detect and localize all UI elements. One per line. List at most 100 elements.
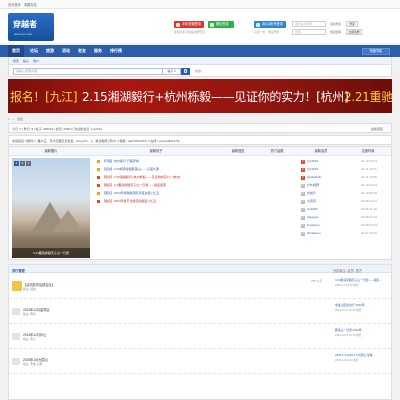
password-input[interactable]: 密码 bbox=[292, 29, 326, 35]
forum-row[interactable]: 2024年12月金童区 版主: 明哲 金童山区新出行 2024年... 2024-12… bbox=[9, 300, 391, 324]
banner-text-2: 2.15湘湖毅行+杭州栎毅——见证你的实力！[杭州] bbox=[82, 90, 349, 104]
nav-forum[interactable]: 论坛 bbox=[26, 45, 42, 57]
sub-nav: 搜索 帖子 用户 bbox=[8, 57, 392, 65]
nav-rankings[interactable]: 排行榜 bbox=[106, 45, 126, 57]
subnav-posts[interactable]: 帖子 bbox=[23, 59, 29, 63]
nav-travel[interactable]: 旅游 bbox=[42, 45, 58, 57]
member-name: zyz1019 bbox=[307, 167, 319, 171]
member-row[interactable]: 4 户外视野 02-10 20:24 bbox=[301, 182, 389, 189]
set-homepage-link[interactable]: 设为首页 bbox=[8, 2, 21, 7]
list-item[interactable]: 【团队】2024年穿越者团队年度总结 [九江] bbox=[97, 190, 297, 197]
rank-badge: 9 bbox=[301, 223, 305, 228]
rank-badge: 6 bbox=[301, 199, 305, 204]
member-row[interactable]: 7 wx1020 02-09 11:18 bbox=[301, 206, 389, 213]
forum-section-bar: 穿行管理 分区版主: 会员, 官方 bbox=[8, 264, 392, 273]
forum-moderator: 版主: 老鲍 小鹰 bbox=[23, 362, 43, 366]
rank-badge: 1 bbox=[301, 159, 305, 164]
list-item[interactable]: 【行程】杭州毅行 行程安排 bbox=[97, 158, 297, 165]
list-item[interactable]: 【报名】2024年春节出游活动报名 [九江] bbox=[97, 198, 297, 205]
phone-icon bbox=[176, 22, 180, 27]
member-name: 户外视野 bbox=[307, 183, 320, 187]
auto-login-checkbox[interactable]: 自动登录 bbox=[330, 22, 341, 26]
list-item[interactable]: 【徒步】2.15湘湖毅行+杭州栎毅——见证你的实力！[杭州] bbox=[97, 174, 297, 181]
slide-page-3[interactable]: 3 bbox=[26, 161, 31, 166]
qq-login-button[interactable]: 用QQ帐号登录 bbox=[254, 21, 286, 28]
friend-links-text[interactable]: 友情链接: [规则] 1. 雁户庄、苏州玉器定点批发 : shcyy/fm、2、… bbox=[12, 139, 183, 143]
forum-stats: 今日: 0 | 昨日: 8 | 帖子: 484623 | 会员: 20504 |… bbox=[8, 123, 392, 133]
search-category-select[interactable]: 帖子 ▾ bbox=[163, 67, 181, 75]
member-name: 长峰行 bbox=[307, 191, 317, 195]
hot-search-label: 热搜: bbox=[195, 69, 202, 73]
forum-last-post[interactable]: 雁荡山一日游 2024年... bbox=[335, 328, 364, 332]
nav-friends[interactable]: 老友 bbox=[74, 45, 90, 57]
wechat-login-button[interactable]: 微信登录 bbox=[208, 21, 234, 28]
qq-login-hint: 只需一步，快速开始 bbox=[254, 30, 280, 34]
member-join-date: 02-08 10:03 bbox=[361, 223, 378, 227]
col-head-members: 最新会员 bbox=[297, 147, 345, 156]
member-join-date: 02-09 16:22 bbox=[361, 199, 378, 203]
search-button[interactable] bbox=[181, 67, 190, 75]
member-join-date: 02-11 10:08 bbox=[361, 175, 377, 179]
forum-moderator: 版主: 明哲 bbox=[23, 312, 36, 316]
forum-last-post[interactable]: 2025.1.3-2025.1.5大围山 穿越... bbox=[335, 353, 375, 357]
subnav-users[interactable]: 用户 bbox=[33, 59, 39, 63]
member-row[interactable]: 6 九风风 02-09 16:22 bbox=[301, 198, 389, 205]
nav-services[interactable]: 服务 bbox=[90, 45, 106, 57]
rank-badge: 10 bbox=[301, 231, 305, 236]
member-row[interactable]: 2 zyz1019 02-11 16:51 bbox=[301, 166, 389, 173]
forum-last-time: 2024-12-27 07:56 秘密 bbox=[335, 309, 362, 312]
banner-text-3: 2.21重驰 bbox=[344, 90, 392, 104]
search-icon bbox=[183, 69, 187, 73]
member-row[interactable]: 1 zyz2019 02-12 09:04 bbox=[301, 158, 389, 165]
breadcrumb-forum[interactable]: 论坛 bbox=[17, 117, 23, 121]
promo-banner[interactable]: 报名！[九江] 2.15湘湖毅行+杭州栎毅——见证你的实力！[杭州] 2.21重… bbox=[8, 79, 392, 113]
home-icon[interactable]: ⌂ bbox=[8, 117, 10, 121]
photo-slideshow[interactable]: 1 2 3 3.21雁荡穿越天子山一日游 bbox=[12, 158, 90, 258]
subnav-search[interactable]: 搜索 bbox=[13, 59, 19, 63]
register-button[interactable]: 立即注册 bbox=[346, 29, 362, 35]
search-input[interactable]: 请输入搜索内容 bbox=[13, 67, 163, 75]
new-members-list: 1 zyz2019 02-12 09:04 2 zyz1019 02-11 16:51 3 g… bbox=[301, 158, 389, 240]
member-row[interactable]: 3 gwdy2019 02-11 10:08 bbox=[301, 174, 389, 181]
forum-row[interactable]: 2025年1月大围山 版主: 老鲍 小鹰 2025.1.3-2025.1.5大围山 … bbox=[9, 350, 391, 374]
member-row[interactable]: 5 长峰行 02-10 09:36 bbox=[301, 190, 389, 197]
quick-nav-button[interactable]: 快捷导航 bbox=[362, 47, 390, 55]
list-item[interactable]: 【活动】3.29皖南穿越醉美山——汉语大课 bbox=[97, 166, 297, 173]
member-join-date: 02-12 09:04 bbox=[361, 159, 378, 163]
forgot-password-link[interactable]: 找回密码 bbox=[330, 30, 341, 34]
login-button[interactable]: 登录 bbox=[346, 21, 358, 27]
forum-last-post[interactable]: 3.21雁荡穿越天子山一日游——报名... bbox=[335, 278, 382, 282]
col-head-latest: 最新帖子 bbox=[93, 147, 219, 156]
list-item[interactable]: 【报名】3.2雁荡穿越天子山一日游——报名结束 bbox=[97, 182, 297, 189]
member-name: hhxdweon bbox=[307, 231, 321, 235]
section-title[interactable]: 穿行管理 bbox=[12, 268, 25, 273]
nav-events[interactable]: 活动 bbox=[58, 45, 74, 57]
member-row[interactable]: 9 linuxkyou 02-08 10:03 bbox=[301, 222, 389, 229]
bookmark-link[interactable]: 收藏本站 bbox=[24, 2, 37, 7]
rank-badge: 3 bbox=[301, 175, 305, 180]
logo-text: 穿越者 bbox=[13, 20, 37, 29]
forum-last-time: 2025-2-3 18:25 秘密 bbox=[335, 284, 359, 287]
forum-last-time: 2025-1-6 10:12 秘密 bbox=[335, 359, 359, 362]
section-moderators: 分区版主: 会员, 官方 bbox=[333, 268, 363, 273]
forum-row[interactable]: 2024年12月补山 版主: 黄子 雁荡山一日游 2024年... 2024-12-2… bbox=[9, 325, 391, 349]
forum-last-post[interactable]: 金童山区新出行 2024年... bbox=[335, 303, 367, 307]
site-logo[interactable]: 穿越者 www.cyz.com bbox=[8, 13, 54, 41]
slide-page-2[interactable]: 2 bbox=[20, 161, 25, 166]
member-row[interactable]: 10 hhxdweon 02-07 15:40 bbox=[301, 230, 389, 237]
slide-page-1[interactable]: 1 bbox=[14, 161, 19, 166]
member-join-date: 02-08 21:46 bbox=[361, 215, 378, 219]
main-nav: 首页 论坛 旅游 活动 老友 服务 排行榜 快捷导航 bbox=[0, 45, 400, 57]
rank-badge: 2 bbox=[301, 167, 305, 172]
phone-login-button[interactable]: 手机快捷登录 bbox=[174, 21, 204, 28]
member-name: 九风风 bbox=[307, 199, 317, 203]
latest-reply-link[interactable]: 最新回复 bbox=[371, 127, 383, 131]
breadcrumb: ⌂ › 论坛 bbox=[8, 117, 24, 121]
forum-row[interactable]: 【活动发布及报名区】 版主: 领航 375 / 1万 3.21雁荡穿越天子山一日游——… bbox=[9, 275, 391, 299]
nav-home[interactable]: 首页 bbox=[8, 45, 24, 57]
photo-caption[interactable]: 3.21雁荡穿越天子山一日游 bbox=[12, 248, 90, 258]
site-header: 穿越者 www.cyz.com 手机快捷登录 微信登录 用QQ帐号登录 使用手机… bbox=[0, 9, 400, 43]
member-row[interactable]: 8 papayas 02-08 21:46 bbox=[301, 214, 389, 221]
phone-login-hint: 使用手机号快速注册登录 bbox=[174, 30, 205, 34]
username-input[interactable]: 用户名/手机号 bbox=[292, 21, 326, 27]
